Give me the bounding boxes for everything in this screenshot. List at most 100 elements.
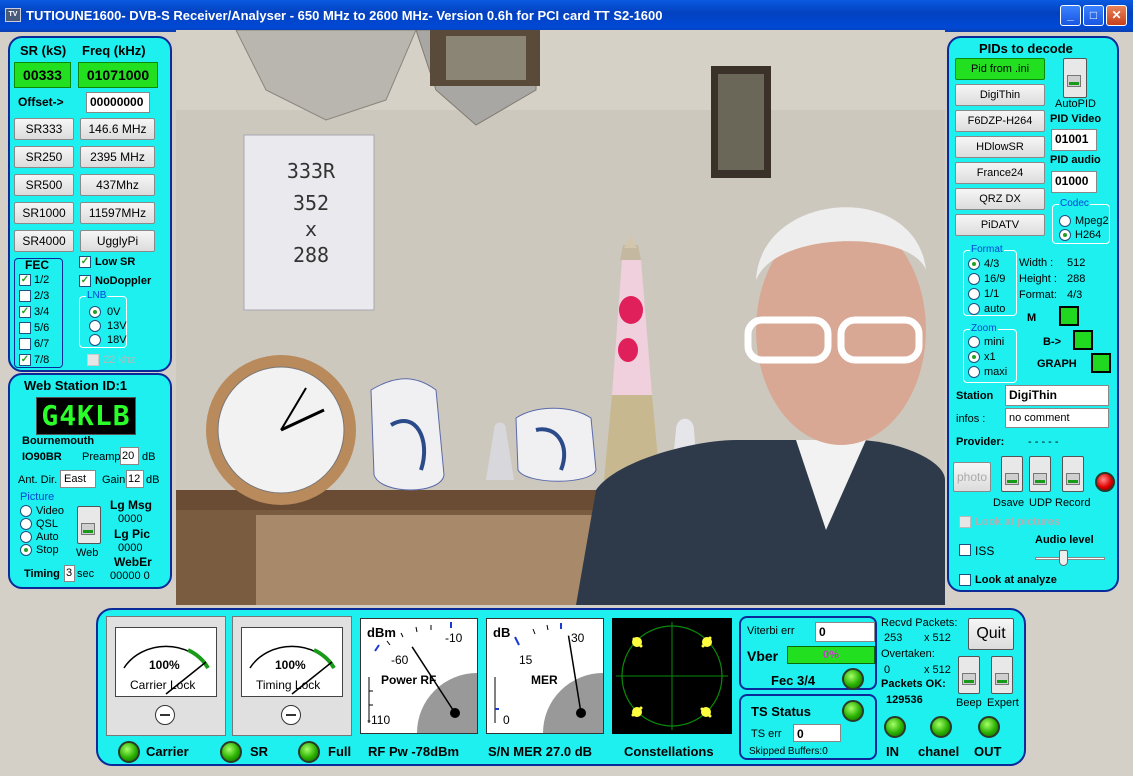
sign-line-2: 352 [292,191,330,215]
timing-knob[interactable] [281,705,301,725]
web-toggle[interactable] [77,506,101,544]
iss-checkbox[interactable] [959,544,971,556]
format-radio-1[interactable] [968,273,980,285]
record-toggle[interactable] [1062,456,1084,492]
recvd-label: Recvd Packets: [881,617,958,629]
minimize-button[interactable]: _ [1060,5,1081,26]
lnb-radio-1[interactable] [89,320,101,332]
freq-button-3[interactable]: 11597MHz [80,202,155,224]
offset-label: Offset-> [18,95,64,109]
provider-value: - - - - - [1028,436,1059,448]
22khz-checkbox[interactable] [87,354,99,366]
picture-radio-0[interactable] [20,505,32,517]
22khz-label: 22 khz [103,354,136,366]
maximize-button[interactable]: □ [1083,5,1104,26]
low-sr-label: Low SR [95,256,136,268]
freq-button-0[interactable]: 146.6 MHz [80,118,155,140]
freq-button-4[interactable]: UgglyPi [80,230,155,252]
skipped-buffers: Skipped Buffers:0 [749,746,828,757]
fec-checkbox-4[interactable] [19,338,31,350]
format-radio-3[interactable] [968,303,980,315]
recvd-value: 253 [884,632,903,644]
format-radio-0[interactable] [968,258,980,270]
codec-radio-0[interactable] [1059,215,1071,227]
lnb-radio-2[interactable] [89,334,101,346]
fec-checkbox-2[interactable]: ✓ [19,306,31,318]
infos-input[interactable]: no comment [1005,408,1109,428]
fec-checkbox-3[interactable] [19,322,31,334]
preamp-unit: dB [142,451,156,463]
quit-button[interactable]: Quit [968,618,1014,650]
pid-button-6[interactable]: PiDATV [955,214,1045,236]
pid-video-input[interactable]: 01001 [1051,129,1097,151]
fec-checkbox-5[interactable]: ✓ [19,354,31,366]
pid-button-2[interactable]: F6DZP-H264 [955,110,1045,132]
autopid-toggle[interactable] [1063,58,1087,98]
preamp-input[interactable]: 20 [120,447,139,465]
rf-tick-mid: -60 [391,653,409,667]
dsave-toggle[interactable] [1001,456,1023,492]
freq-button-1[interactable]: 2395 MHz [80,146,155,168]
timing-input[interactable]: 3 [64,565,75,582]
carrier-knob[interactable] [155,705,175,725]
pid-button-0[interactable]: Pid from .ini [955,58,1045,80]
codec-radio-1[interactable] [1059,229,1071,241]
low-sr-checkbox[interactable]: ✓ [79,256,91,268]
chanel-label: chanel [918,744,960,759]
sr-display[interactable]: 00333 [14,62,71,88]
beep-toggle[interactable] [958,656,980,694]
audio-level-thumb[interactable] [1059,550,1068,566]
out-label: OUT [974,744,1002,759]
picture-radio-3[interactable] [20,544,32,556]
freq-display[interactable]: 01071000 [78,62,158,88]
gain-input[interactable]: 12 [126,470,144,488]
pid-title: PIDs to decode [979,41,1073,56]
antdir-input[interactable]: East [60,470,96,488]
web-station-panel: Web Station ID:1 G4KLB Bournemouth IO90B… [8,373,172,589]
fec-checkbox-1[interactable] [19,290,31,302]
pid-button-3[interactable]: HDlowSR [955,136,1045,158]
picture-radio-1[interactable] [20,518,32,530]
sr-button-3[interactable]: SR1000 [14,202,74,224]
audio-level-track[interactable] [1035,557,1105,560]
overtaken-value: 0 [884,664,891,676]
udp-toggle[interactable] [1029,456,1051,492]
close-button[interactable]: ✕ [1106,5,1127,26]
timing-unit: sec [77,568,95,580]
codec-label-1: H264 [1075,229,1102,241]
full-led [298,741,320,763]
expert-toggle[interactable] [991,656,1013,694]
format-radio-2[interactable] [968,288,980,300]
picture-radio-2[interactable] [20,531,32,543]
sr-button-1[interactable]: SR250 [14,146,74,168]
pid-button-4[interactable]: France24 [955,162,1045,184]
pid-button-1[interactable]: DigiThin [955,84,1045,106]
look-analyze-label: Look at analyze [975,574,1057,586]
m-button[interactable] [1059,306,1079,326]
sr-button-0[interactable]: SR333 [14,118,74,140]
packets-ok-label: Packets OK: [881,678,946,690]
graph-button[interactable] [1091,353,1111,373]
fec-checkbox-0[interactable]: ✓ [19,274,31,286]
zoom-radio-0[interactable] [968,336,980,348]
b-button[interactable] [1073,330,1093,350]
timing-lock-label: Timing Lock [256,678,321,692]
lnb-radio-0[interactable] [89,306,101,318]
gain-label: Gain [102,474,126,486]
sr-button-4[interactable]: SR4000 [14,230,74,252]
zoom-radio-1[interactable] [968,351,980,363]
nodoppler-checkbox[interactable]: ✓ [79,275,91,287]
vber-bar: 0% [787,646,875,664]
picture-label-1: QSL [36,518,59,530]
video-display[interactable]: 333R 352 x 288 [176,30,945,605]
look-pictures-checkbox[interactable] [959,516,971,528]
sr-button-2[interactable]: SR500 [14,174,74,196]
photo-button[interactable]: photo [953,462,991,492]
freq-button-2[interactable]: 437Mhz [80,174,155,196]
offset-input[interactable]: 00000000 [86,92,150,113]
pid-button-5[interactable]: QRZ DX [955,188,1045,210]
station-input[interactable]: DigiThin [1005,385,1109,406]
zoom-radio-2[interactable] [968,366,980,378]
pid-audio-input[interactable]: 01000 [1051,171,1097,193]
look-analyze-checkbox[interactable] [959,574,971,586]
